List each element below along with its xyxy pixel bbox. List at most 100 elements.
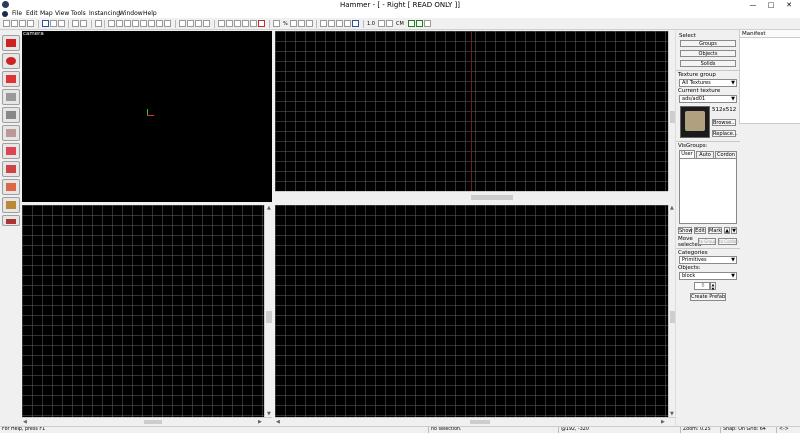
top-2d-horizontal-scrollbar[interactable]: [275, 191, 668, 202]
paste-icon[interactable]: [195, 20, 202, 27]
arrow-down-icon[interactable]: ▼: [731, 227, 737, 234]
front-2d-vertical-scrollbar[interactable]: ▲ ▼: [264, 205, 272, 417]
edit-cordon-icon[interactable]: [386, 20, 393, 27]
texture-group-select[interactable]: All Textures ▼: [679, 79, 737, 87]
3d-grid-icon[interactable]: [306, 20, 313, 27]
open-icon[interactable]: [19, 20, 26, 27]
helpers-icon[interactable]: [328, 20, 335, 27]
scrollbar-thumb[interactable]: [144, 420, 162, 424]
clipping-tool-icon[interactable]: [2, 197, 20, 213]
top-2d-viewport[interactable]: [275, 31, 668, 191]
top-2d-vertical-scrollbar[interactable]: [668, 31, 675, 191]
vertex-tool-icon[interactable]: [2, 215, 20, 226]
visgroups-list[interactable]: [679, 158, 737, 224]
camera-viewport[interactable]: camera: [22, 31, 272, 202]
menu-tools[interactable]: Tools: [71, 10, 86, 18]
group-icon[interactable]: [108, 20, 115, 27]
hollow-icon[interactable]: [226, 20, 233, 27]
objects-select[interactable]: block ▼: [679, 272, 737, 280]
save-icon[interactable]: [27, 20, 34, 27]
prefab-icon[interactable]: [424, 20, 431, 27]
select-objects-button[interactable]: Objects: [680, 50, 736, 57]
scroll-up-arrow-icon[interactable]: ▲: [267, 205, 271, 211]
print-icon[interactable]: [95, 20, 102, 27]
scroll-right-arrow-icon[interactable]: ▶: [661, 419, 665, 425]
document-icon[interactable]: [2, 11, 8, 17]
select-solids-button[interactable]: Solids: [680, 60, 736, 67]
select-groups-button[interactable]: Groups: [680, 40, 736, 47]
scrollbar-thumb[interactable]: [470, 420, 490, 424]
current-texture-select[interactable]: ads/ad01 ▼: [679, 95, 737, 103]
grid-smaller-icon[interactable]: [290, 20, 297, 27]
faces-spinner[interactable]: 8: [694, 282, 710, 290]
move-to-group-button[interactable]: to Group: [698, 238, 716, 245]
run-map-icon[interactable]: [42, 20, 49, 27]
spinner-arrows-icon[interactable]: ▲ ▼: [710, 282, 716, 291]
camera-tool-icon[interactable]: [2, 71, 20, 87]
block-tool-icon[interactable]: [2, 107, 20, 123]
create-prefab-button[interactable]: Create Prefab: [690, 293, 726, 301]
collapse-instance-icon[interactable]: [416, 20, 423, 27]
side-2d-vertical-scrollbar[interactable]: ▲ ▼: [668, 205, 675, 417]
scroll-right-arrow-icon[interactable]: ▶: [258, 419, 262, 425]
show-all-icon[interactable]: [140, 20, 147, 27]
selection-tool-icon[interactable]: [2, 35, 20, 51]
redo-icon[interactable]: [80, 20, 87, 27]
magnify-tool-icon[interactable]: [2, 53, 20, 69]
menu-edit[interactable]: Edit: [26, 10, 38, 18]
visgroup-show-button[interactable]: Show: [678, 227, 693, 234]
textured-view-icon[interactable]: [242, 20, 249, 27]
carve-icon[interactable]: [218, 20, 225, 27]
texture-preview[interactable]: [680, 106, 710, 138]
lighting-preview-icon[interactable]: [258, 20, 265, 27]
texture-application-tool-icon[interactable]: [2, 125, 20, 141]
scrollbar-thumb[interactable]: [266, 311, 272, 323]
check-problems-icon[interactable]: [58, 20, 65, 27]
menu-file[interactable]: File: [12, 10, 22, 18]
hide-objects-icon[interactable]: [344, 20, 351, 27]
maximize-button[interactable]: □: [762, 0, 780, 10]
visgroup-edit-button[interactable]: Edit: [694, 227, 706, 234]
grid-layout-icon[interactable]: [3, 20, 10, 27]
undo-icon[interactable]: [72, 20, 79, 27]
scroll-up-arrow-icon[interactable]: ▲: [670, 205, 674, 211]
ungroup-icon[interactable]: [116, 20, 123, 27]
grid-toggle-icon[interactable]: [273, 20, 280, 27]
menu-instancing[interactable]: Instancing: [89, 10, 120, 18]
menu-map[interactable]: Map: [40, 10, 53, 18]
cordon-label[interactable]: CM: [396, 20, 404, 28]
new-icon[interactable]: [11, 20, 18, 27]
menu-window[interactable]: Window: [119, 10, 143, 18]
hide-selected-icon[interactable]: [124, 20, 131, 27]
scroll-left-arrow-icon[interactable]: ◀: [23, 419, 27, 425]
apply-texture-tool-icon[interactable]: [2, 143, 20, 159]
options-icon[interactable]: [50, 20, 57, 27]
models-icon[interactable]: [336, 20, 343, 27]
close-button[interactable]: ✕: [780, 0, 798, 10]
side-2d-viewport[interactable]: [275, 205, 668, 417]
entity-tool-icon[interactable]: [2, 89, 20, 105]
menu-view[interactable]: View: [55, 10, 69, 18]
arrow-up-icon[interactable]: ▲: [724, 227, 730, 234]
categories-select[interactable]: Primitives ▼: [679, 256, 737, 264]
tie-to-entity-icon[interactable]: [148, 20, 155, 27]
replace-button[interactable]: Replace...: [712, 130, 738, 137]
grid-toggle-label[interactable]: %: [283, 20, 288, 28]
copy-icon[interactable]: [187, 20, 194, 27]
animate-models-icon[interactable]: [352, 20, 359, 27]
menu-help[interactable]: Help: [143, 10, 157, 18]
tab-cordon[interactable]: Cordon: [715, 151, 737, 158]
flat-shaded-icon[interactable]: [250, 20, 257, 27]
tab-user[interactable]: User: [679, 150, 695, 158]
decal-tool-icon[interactable]: [2, 161, 20, 177]
camera-viewport-label[interactable]: camera: [23, 31, 44, 37]
browse-button[interactable]: Browse...: [712, 119, 736, 126]
hide-unselected-icon[interactable]: [132, 20, 139, 27]
minimize-button[interactable]: —: [744, 0, 762, 10]
grid-larger-icon[interactable]: [298, 20, 305, 27]
scrollbar-thumb[interactable]: [471, 195, 513, 200]
overlay-tool-icon[interactable]: [2, 179, 20, 195]
cut-icon[interactable]: [179, 20, 186, 27]
side-2d-horizontal-scrollbar[interactable]: ◀ ▶: [275, 417, 675, 425]
visgroup-mark-button[interactable]: Mark: [708, 227, 722, 234]
